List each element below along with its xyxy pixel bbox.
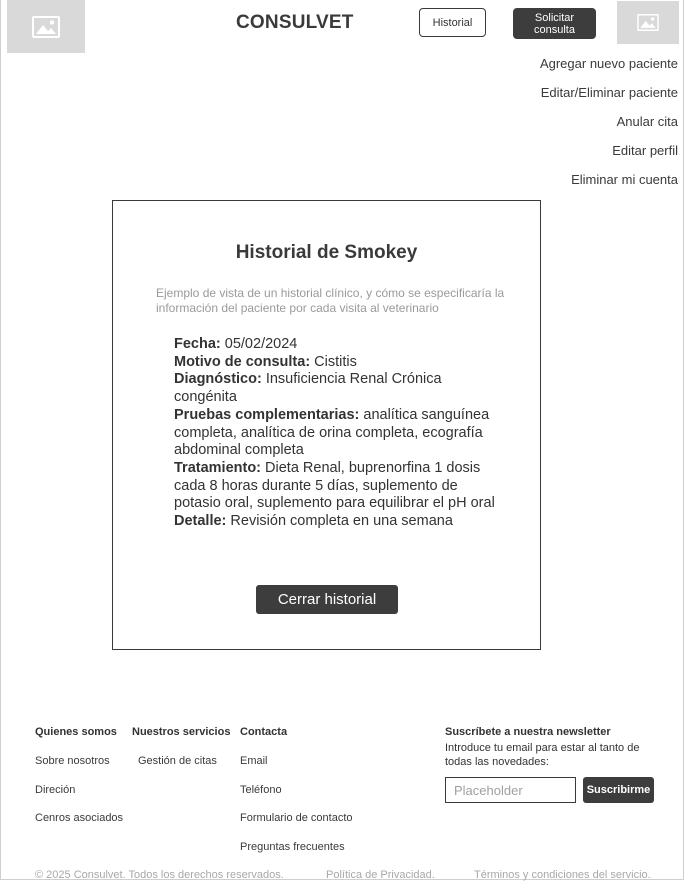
- footer-link-preguntas[interactable]: Preguntas frecuentes: [240, 841, 345, 853]
- newsletter-description: Introduce tu email para estar al tanto d…: [445, 742, 640, 768]
- profile-image-placeholder[interactable]: [617, 1, 679, 44]
- footer-link-sobre-nosotros[interactable]: Sobre nosotros: [35, 755, 110, 767]
- record-label: Diagnóstico:: [174, 371, 262, 388]
- privacy-link[interactable]: Política de Privacidad.: [326, 869, 435, 881]
- footer-heading-contacta: Contacta: [240, 726, 288, 738]
- record-field-motivo: Motivo de consulta: Cistitis: [174, 354, 499, 372]
- record-field-pruebas: Pruebas complementarias: analítica sangu…: [174, 407, 499, 460]
- menu-item-anular-cita[interactable]: Anular cita: [617, 114, 678, 129]
- historial-button[interactable]: Historial: [419, 8, 486, 37]
- record-value: Cistitis: [310, 353, 357, 370]
- record-label: Detalle:: [174, 513, 227, 530]
- footer-link-gestion-citas[interactable]: Gestión de citas: [138, 755, 217, 767]
- image-placeholder-icon: [32, 15, 60, 38]
- solicitar-label-line1: Solicitar: [534, 11, 575, 24]
- newsletter-email-input[interactable]: [445, 777, 576, 803]
- footer-link-direccion[interactable]: Direción: [35, 784, 75, 796]
- logo-image-placeholder[interactable]: [7, 0, 85, 53]
- record-value: 05/02/2024: [220, 336, 298, 352]
- terms-link[interactable]: Términos y condiciones del servicio.: [474, 869, 651, 881]
- menu-item-editar-perfil[interactable]: Editar perfil: [612, 143, 678, 158]
- solicitar-consulta-button[interactable]: Solicitar consulta: [513, 8, 596, 39]
- card-description: Ejemplo de vista de un historial clínico…: [156, 286, 505, 315]
- footer-heading-servicios: Nuestros servicios: [132, 726, 231, 738]
- record-label: Pruebas complementarias:: [174, 406, 360, 423]
- newsletter-heading: Suscríbete a nuestra newsletter: [445, 726, 611, 738]
- close-historial-button[interactable]: Cerrar historial: [256, 585, 398, 614]
- menu-item-eliminar-cuenta[interactable]: Eliminar mi cuenta: [571, 172, 678, 187]
- record-field-tratamiento: Tratamiento: Dieta Renal, buprenorfina 1…: [174, 460, 499, 513]
- footer-link-centros-asociados[interactable]: Cenros asociados: [35, 812, 123, 824]
- menu-item-editar-paciente[interactable]: Editar/Eliminar paciente: [541, 85, 678, 100]
- record-value: Revisión completa en una semana: [226, 513, 453, 530]
- card-title: Historial de Smokey: [235, 242, 418, 263]
- menu-item-agregar-paciente[interactable]: Agregar nuevo paciente: [540, 56, 678, 71]
- footer-link-email[interactable]: Email: [240, 755, 268, 767]
- record-label: Fecha:: [174, 336, 221, 352]
- record-label: Tratamiento:: [174, 459, 262, 476]
- clinical-record: Fecha: 05/02/2024 Motivo de consulta: Ci…: [174, 336, 499, 531]
- record-label: Motivo de consulta:: [174, 353, 311, 370]
- image-placeholder-icon: [637, 14, 659, 31]
- subscribe-button[interactable]: Suscribirme: [583, 777, 654, 803]
- record-field-detalle: Detalle: Revisión completa en una semana: [174, 513, 499, 531]
- footer-link-telefono[interactable]: Teléfono: [240, 784, 282, 796]
- record-field-diagnostico: Diagnóstico: Insuficiencia Renal Crónica…: [174, 371, 499, 406]
- brand-title: CONSULVET: [236, 12, 354, 33]
- historial-card: Historial de Smokey Ejemplo de vista de …: [112, 200, 541, 650]
- footer-link-formulario[interactable]: Formulario de contacto: [240, 812, 353, 824]
- footer-heading-quienes-somos: Quienes somos: [35, 726, 117, 738]
- copyright-text: © 2025 Consulvet. Todos los derechos res…: [35, 869, 284, 881]
- solicitar-label-line2: consulta: [534, 23, 575, 36]
- record-field-fecha: Fecha: 05/02/2024: [174, 336, 499, 354]
